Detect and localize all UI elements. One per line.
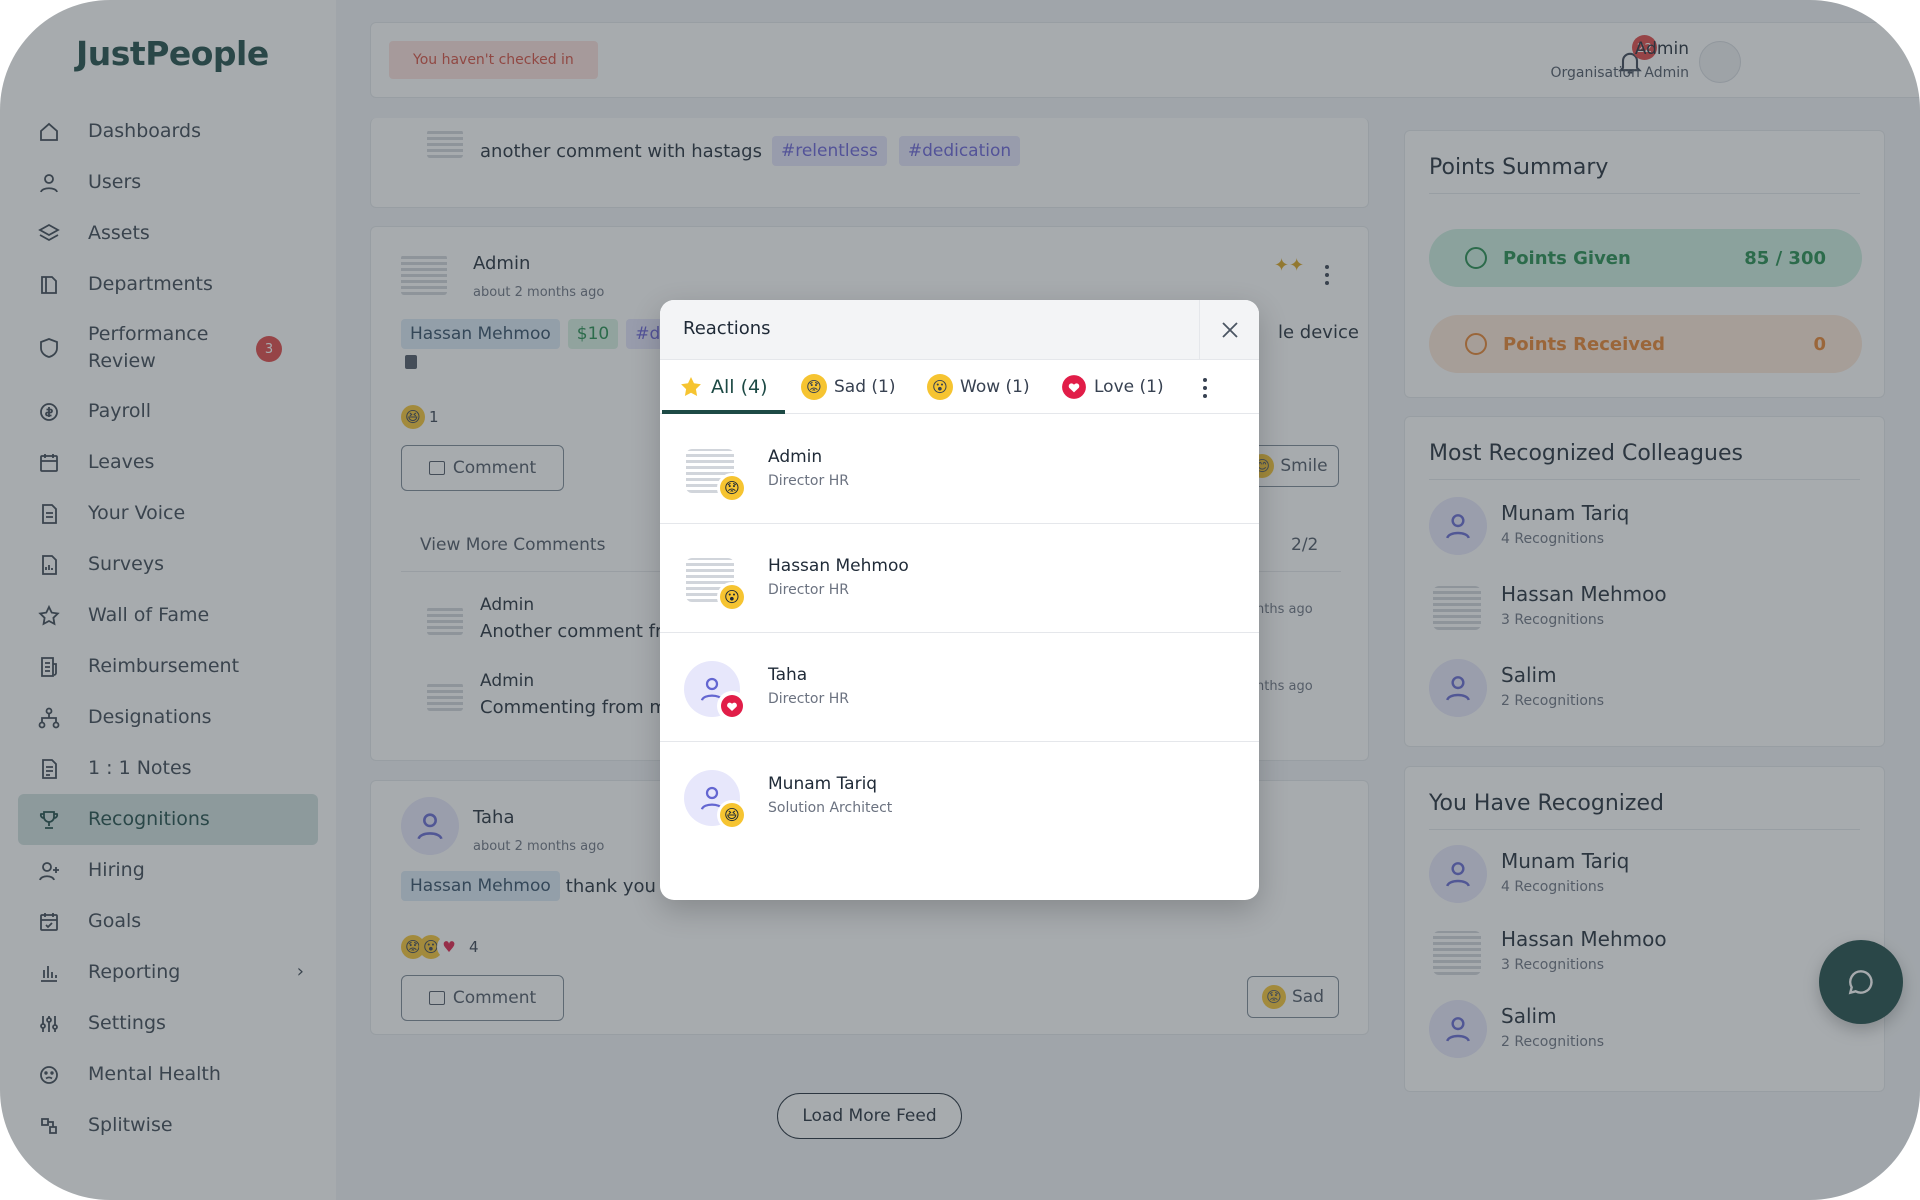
reactions-modal: Reactions All (4) 😟 Sad (1) 😮 Wow (1) Lo… <box>660 300 1259 900</box>
wow-emoji-icon: 😮 <box>717 582 747 612</box>
heart-icon <box>717 691 747 721</box>
more-options-button[interactable] <box>1195 374 1215 402</box>
reactor-row[interactable]: 😮 Hassan Mehmoo Director HR <box>660 524 1259 633</box>
modal-title: Reactions <box>683 318 771 339</box>
tab-label: Love (1) <box>1094 377 1164 397</box>
reactor-row[interactable]: Taha Director HR <box>660 633 1259 742</box>
reactor-role: Director HR <box>768 473 849 489</box>
reactor-role: Director HR <box>768 691 849 707</box>
reactor-name: Taha <box>768 665 808 685</box>
reactor-row[interactable]: 😟 Admin Director HR <box>660 415 1259 524</box>
wow-emoji-icon: 😮 <box>927 374 953 400</box>
sad-emoji-icon: 😟 <box>717 473 747 503</box>
tab-wow[interactable]: 😮 Wow (1) <box>927 360 1030 414</box>
star-icon <box>678 374 704 400</box>
tab-label: Wow (1) <box>960 377 1030 397</box>
reaction-tabs: All (4) 😟 Sad (1) 😮 Wow (1) Love (1) <box>660 360 1259 414</box>
modal-header: Reactions <box>660 300 1259 360</box>
laugh-emoji-icon: 😆 <box>717 800 747 830</box>
tab-label: All (4) <box>711 376 768 398</box>
reactor-name: Admin <box>768 447 823 467</box>
close-button[interactable] <box>1199 300 1259 360</box>
reactor-role: Director HR <box>768 582 849 598</box>
app-frame: JustPeople Dashboards Users Assets Depar… <box>0 0 1920 1200</box>
reactor-row[interactable]: 😆 Munam Tariq Solution Architect <box>660 742 1259 851</box>
heart-icon <box>1061 374 1087 400</box>
tab-label: Sad (1) <box>834 377 896 397</box>
tab-all[interactable]: All (4) <box>678 360 768 414</box>
reactor-role: Solution Architect <box>768 800 893 816</box>
tab-sad[interactable]: 😟 Sad (1) <box>801 360 895 414</box>
reactor-name: Munam Tariq <box>768 774 878 794</box>
reactor-name: Hassan Mehmoo <box>768 556 909 576</box>
active-tab-indicator <box>662 410 785 414</box>
tab-love[interactable]: Love (1) <box>1061 360 1164 414</box>
sad-emoji-icon: 😟 <box>801 374 827 400</box>
close-icon <box>1221 322 1238 338</box>
